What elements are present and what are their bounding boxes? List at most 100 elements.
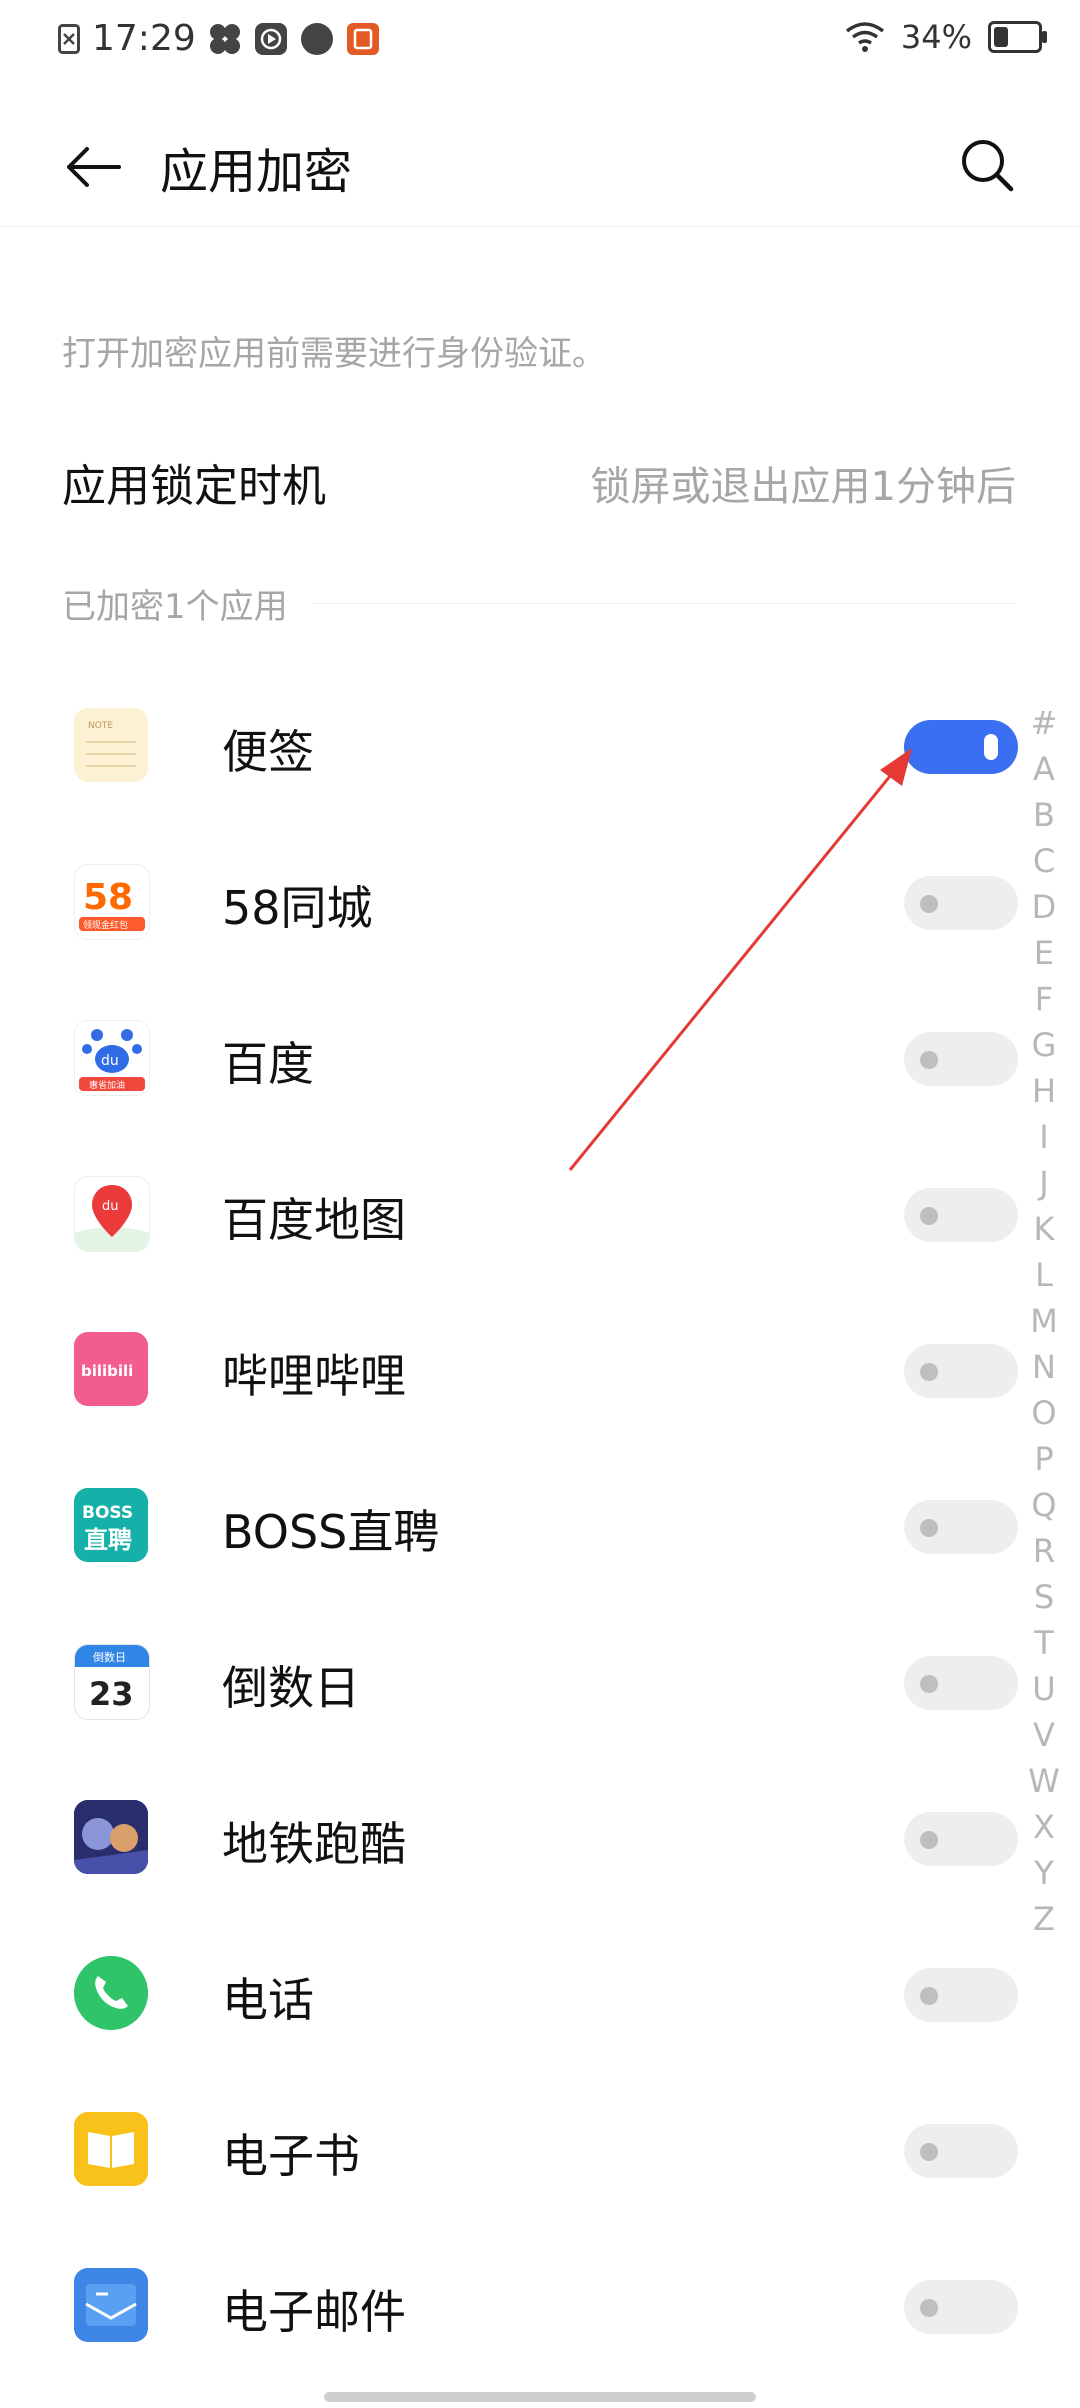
toggle-knob bbox=[920, 1363, 938, 1381]
lock-timing-label: 应用锁定时机 bbox=[62, 461, 326, 512]
boss-icon: BOSS 直聘 bbox=[74, 1488, 148, 1562]
app-lock-toggle[interactable] bbox=[904, 1968, 1018, 2022]
alphabet-letter[interactable]: W bbox=[1028, 1758, 1060, 1804]
58-icon: 58 领现金红包 bbox=[74, 864, 150, 940]
status-time: 17:29 bbox=[92, 18, 196, 59]
app-row-58[interactable]: 58 领现金红包 58同城 bbox=[0, 824, 1080, 980]
app-name: 电话 bbox=[222, 1973, 314, 2027]
page-title: 应用加密 bbox=[160, 144, 353, 200]
alphabet-letter[interactable]: K bbox=[1034, 1206, 1055, 1252]
back-button[interactable] bbox=[58, 132, 128, 202]
app-row-countdown[interactable]: 倒数日 23 倒数日 bbox=[0, 1604, 1080, 1760]
app-name: BOSS直聘 bbox=[222, 1505, 440, 1559]
alphabet-letter[interactable]: S bbox=[1034, 1574, 1054, 1620]
phone-icon bbox=[74, 1956, 148, 2030]
58-icon-subtext: 领现金红包 bbox=[83, 919, 128, 931]
app-name: 百度 bbox=[222, 1037, 314, 1091]
status-right: 34% bbox=[845, 18, 1047, 56]
app-lock-toggle[interactable] bbox=[904, 720, 1018, 774]
app-lock-toggle[interactable] bbox=[904, 1344, 1018, 1398]
alphabet-letter[interactable]: V bbox=[1033, 1712, 1055, 1758]
status-left: 17:29 bbox=[58, 18, 380, 59]
alphabet-letter[interactable]: G bbox=[1032, 1022, 1057, 1068]
app-row-bilibili[interactable]: bilibili 哔哩哔哩 bbox=[0, 1292, 1080, 1448]
baidu-map-icon: du bbox=[74, 1176, 150, 1252]
app-name: 哔哩哔哩 bbox=[222, 1349, 406, 1403]
compass-icon bbox=[300, 22, 333, 55]
app-row-boss[interactable]: BOSS 直聘 BOSS直聘 bbox=[0, 1448, 1080, 1604]
lock-timing-value: 锁屏或退出应用1分钟后 bbox=[590, 464, 1016, 510]
alphabet-letter[interactable]: I bbox=[1039, 1114, 1048, 1160]
app-lock-toggle[interactable] bbox=[904, 1656, 1018, 1710]
alphabet-letter[interactable]: H bbox=[1032, 1068, 1056, 1114]
alphabet-letter[interactable]: Q bbox=[1031, 1482, 1056, 1528]
app-lock-toggle[interactable] bbox=[904, 876, 1018, 930]
encryption-description: 打开加密应用前需要进行身份验证。 bbox=[62, 334, 606, 374]
top-app-bar: 应用加密 bbox=[0, 108, 1080, 228]
app-lock-toggle[interactable] bbox=[904, 1812, 1018, 1866]
toggle-knob bbox=[920, 2143, 938, 2161]
alphabet-letter[interactable]: Z bbox=[1033, 1896, 1055, 1942]
alphabet-letter[interactable]: P bbox=[1034, 1436, 1053, 1482]
app-row-email[interactable]: 电子邮件 bbox=[0, 2228, 1080, 2384]
subway-surfers-icon bbox=[74, 1800, 148, 1874]
ebook-icon bbox=[74, 2112, 148, 2186]
alphabet-index[interactable]: # A B C D E F G H I J K L M N O P Q R S T U V W X Y Z bbox=[1022, 700, 1066, 1942]
app-lock-toggle[interactable] bbox=[904, 1032, 1018, 1086]
alphabet-letter[interactable]: X bbox=[1033, 1804, 1055, 1850]
video-icon bbox=[254, 22, 287, 55]
baidu-icon: du 惠省加油 bbox=[74, 1020, 150, 1096]
app-lock-toggle[interactable] bbox=[904, 1500, 1018, 1554]
countdown-icon-number: 23 bbox=[89, 1675, 134, 1713]
app-name: 电子书 bbox=[222, 2129, 360, 2183]
toggle-knob bbox=[920, 1831, 938, 1849]
alphabet-letter[interactable]: C bbox=[1033, 838, 1055, 884]
app-lock-toggle[interactable] bbox=[904, 2280, 1018, 2334]
baidu-icon-text: du bbox=[101, 1053, 119, 1069]
alphabet-letter[interactable]: E bbox=[1034, 930, 1054, 976]
note-icon: NOTE bbox=[74, 708, 148, 782]
lock-timing-setting[interactable]: 应用锁定时机 锁屏或退出应用1分钟后 bbox=[62, 440, 1016, 520]
toggle-knob bbox=[984, 734, 998, 760]
toggle-knob bbox=[920, 2299, 938, 2317]
sim-icon bbox=[58, 23, 80, 54]
app-lock-toggle[interactable] bbox=[904, 1188, 1018, 1242]
battery-fill bbox=[994, 27, 1009, 47]
search-button[interactable] bbox=[952, 130, 1022, 200]
alphabet-letter[interactable]: U bbox=[1032, 1666, 1055, 1712]
alphabet-letter[interactable]: L bbox=[1035, 1252, 1053, 1298]
toggle-knob bbox=[920, 1519, 938, 1537]
home-indicator[interactable] bbox=[324, 2392, 756, 2402]
app-encryption-screen: 17:29 34% 应用加密 打开加密应用前需要进行身份验证。 应用锁定时机 锁… bbox=[0, 0, 1080, 2408]
toggle-knob bbox=[920, 895, 938, 913]
alphabet-letter[interactable]: O bbox=[1031, 1390, 1056, 1436]
alphabet-letter[interactable]: B bbox=[1033, 792, 1055, 838]
alphabet-letter[interactable]: N bbox=[1032, 1344, 1056, 1390]
toggle-knob bbox=[920, 1051, 938, 1069]
alphabet-letter[interactable]: R bbox=[1033, 1528, 1055, 1574]
alphabet-letter[interactable]: F bbox=[1035, 976, 1053, 1022]
wifi-icon bbox=[845, 22, 884, 52]
alphabet-letter[interactable]: # bbox=[1031, 700, 1058, 746]
app-row-subway-surfers[interactable]: 地铁跑酷 bbox=[0, 1760, 1080, 1916]
bilibili-icon: bilibili bbox=[74, 1332, 148, 1406]
alphabet-letter[interactable]: Y bbox=[1034, 1850, 1054, 1896]
alphabet-letter[interactable]: D bbox=[1032, 884, 1057, 930]
app-lock-toggle[interactable] bbox=[904, 2124, 1018, 2178]
alphabet-letter[interactable]: A bbox=[1033, 746, 1055, 792]
note-icon-text: NOTE bbox=[88, 721, 113, 731]
toggle-knob bbox=[920, 1987, 938, 2005]
search-icon bbox=[962, 140, 1014, 192]
app-row-phone[interactable]: 电话 bbox=[0, 1916, 1080, 2072]
alphabet-letter[interactable]: J bbox=[1039, 1160, 1048, 1206]
status-bar: 17:29 34% bbox=[0, 0, 1080, 84]
section-divider bbox=[311, 602, 1016, 604]
alphabet-letter[interactable]: T bbox=[1034, 1620, 1054, 1666]
orange-app-icon bbox=[346, 22, 379, 55]
app-row-note[interactable]: NOTE 便签 bbox=[0, 668, 1080, 824]
app-row-ebook[interactable]: 电子书 bbox=[0, 2072, 1080, 2228]
app-row-baidu[interactable]: du 惠省加油 百度 bbox=[0, 980, 1080, 1136]
app-row-baidu-map[interactable]: du 百度地图 bbox=[0, 1136, 1080, 1292]
app-name: 电子邮件 bbox=[222, 2285, 406, 2339]
alphabet-letter[interactable]: M bbox=[1030, 1298, 1058, 1344]
